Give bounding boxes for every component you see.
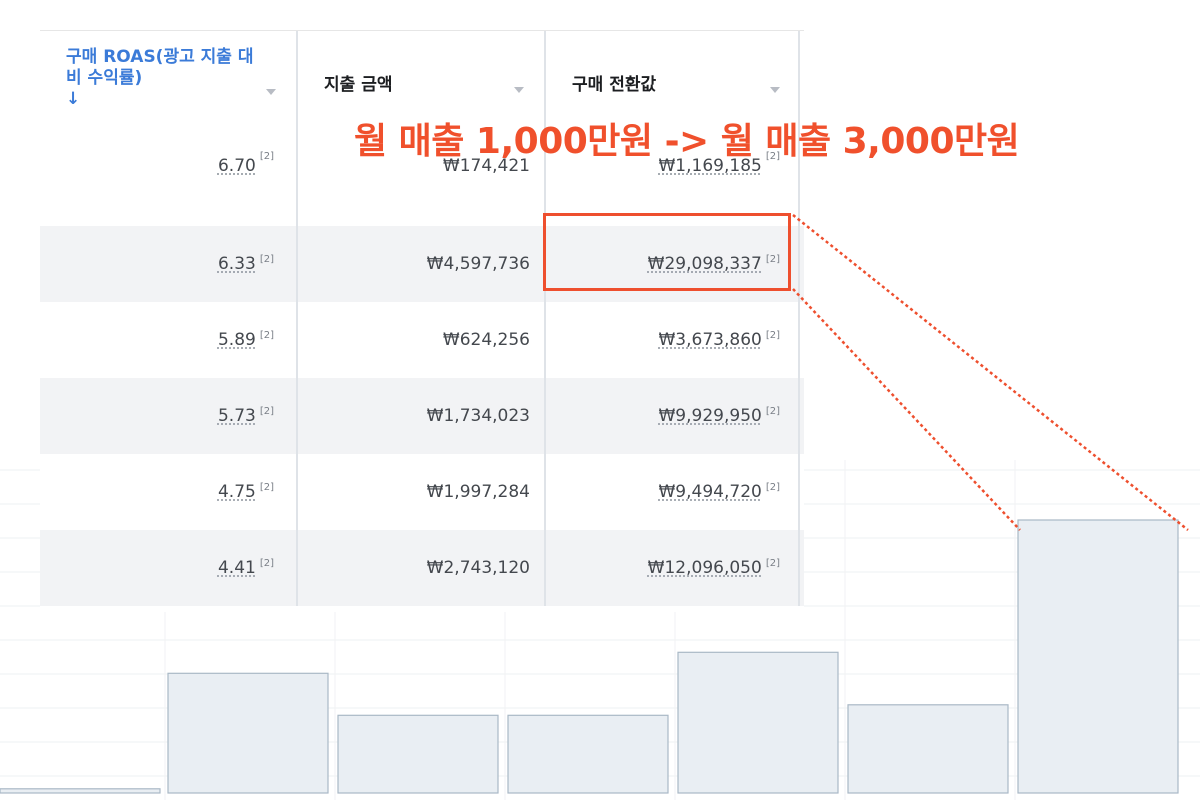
roas-cell[interactable]: 4.75 [2] <box>40 454 298 530</box>
spend-cell: ₩1,734,023 <box>298 378 546 454</box>
footnote-marker: [2] <box>765 481 780 493</box>
roas-cell[interactable]: 6.70 [2] <box>40 150 298 226</box>
chevron-down-icon[interactable] <box>770 87 780 93</box>
column-header-spend-label: 지출 금액 <box>324 75 393 95</box>
chart-bar <box>0 788 161 794</box>
chart-bar <box>507 714 669 794</box>
column-header-roas-label: 구매 ROAS(광고 지출 대비 수익률) ↓ <box>66 47 262 110</box>
revenue-growth-headline: 월 매출 1,000만원 -> 월 매출 3,000만원 <box>354 121 1020 162</box>
roas-value[interactable]: 6.70 <box>218 156 256 176</box>
column-header-conversion-value-label: 구매 전환값 <box>572 75 657 95</box>
conversion-value-cell[interactable]: ₩9,929,950 [2] <box>546 378 800 454</box>
chevron-down-icon[interactable] <box>266 89 276 95</box>
footnote-marker: [2] <box>259 405 274 417</box>
conversion-value-cell[interactable]: ₩12,096,050 [2] <box>546 530 800 606</box>
spend-value: ₩1,734,023 <box>426 406 530 426</box>
spend-cell: ₩1,997,284 <box>298 454 546 530</box>
roas-label-text: 구매 ROAS(광고 지출 대비 수익률) <box>66 47 254 88</box>
chevron-down-icon[interactable] <box>514 87 524 93</box>
roas-value[interactable]: 4.75 <box>218 482 256 502</box>
spend-value: ₩624,256 <box>442 330 530 350</box>
footnote-marker: [2] <box>259 253 274 265</box>
spend-value: ₩2,743,120 <box>426 558 530 578</box>
spend-value: ₩4,597,736 <box>426 254 530 274</box>
conversion-value-cell[interactable]: ₩3,673,860 [2] <box>546 302 800 378</box>
conversion-value-cell[interactable]: ₩9,494,720 [2] <box>546 454 800 530</box>
table-row: 4.41 [2] ₩2,743,120 ₩12,096,050 [2] <box>40 530 804 606</box>
table-row: 4.75 [2] ₩1,997,284 ₩9,494,720 [2] <box>40 454 804 530</box>
conversion-value[interactable]: ₩9,494,720 <box>659 482 762 502</box>
roas-cell[interactable]: 4.41 [2] <box>40 530 298 606</box>
sort-desc-icon: ↓ <box>66 89 81 109</box>
footnote-marker: [2] <box>765 557 780 569</box>
conversion-value[interactable]: ₩12,096,050 <box>648 558 762 578</box>
footnote-marker: [2] <box>259 481 274 493</box>
footnote-marker: [2] <box>765 405 780 417</box>
footnote-marker: [2] <box>259 151 274 162</box>
roas-value[interactable]: 6.33 <box>218 254 256 274</box>
roas-cell[interactable]: 5.73 [2] <box>40 378 298 454</box>
roas-value[interactable]: 5.89 <box>218 330 256 350</box>
conversion-value[interactable]: ₩3,673,860 <box>659 330 762 350</box>
table-row: 5.89 [2] ₩624,256 ₩3,673,860 [2] <box>40 302 804 378</box>
chart-bar <box>677 651 839 794</box>
footnote-marker: [2] <box>259 557 274 569</box>
footnote-marker: [2] <box>259 329 274 341</box>
chart-bar <box>337 714 499 794</box>
chart-bar <box>167 672 329 794</box>
conversion-value[interactable]: ₩9,929,950 <box>659 406 762 426</box>
roas-value[interactable]: 4.41 <box>218 558 256 578</box>
table-row: 5.73 [2] ₩1,734,023 ₩9,929,950 [2] <box>40 378 804 454</box>
roas-cell[interactable]: 5.89 [2] <box>40 302 298 378</box>
chart-bar <box>1017 519 1179 794</box>
spend-value: ₩1,997,284 <box>426 482 530 502</box>
roas-cell[interactable]: 6.33 [2] <box>40 226 298 302</box>
chart-bar <box>847 704 1009 794</box>
footnote-marker: [2] <box>765 329 780 341</box>
spend-cell: ₩4,597,736 <box>298 226 546 302</box>
spend-cell: ₩2,743,120 <box>298 530 546 606</box>
column-header-roas[interactable]: 구매 ROAS(광고 지출 대비 수익률) ↓ <box>40 31 298 151</box>
spend-cell: ₩624,256 <box>298 302 546 378</box>
roas-value[interactable]: 5.73 <box>218 406 256 426</box>
highlight-box <box>543 213 791 291</box>
